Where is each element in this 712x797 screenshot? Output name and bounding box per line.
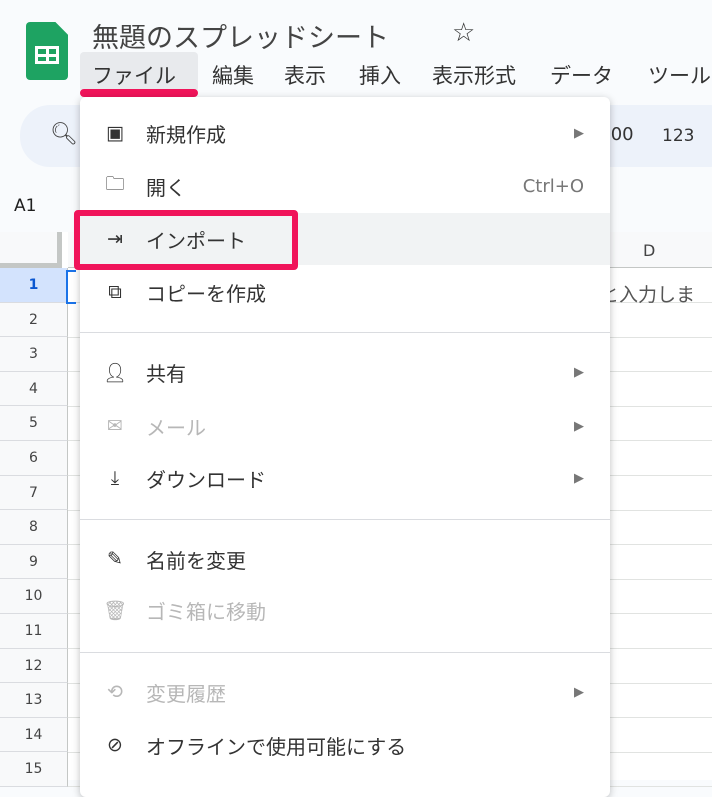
number-format-button[interactable]: 123	[662, 126, 694, 146]
menu-item-offline[interactable]: ⊘ オフラインで使用可能にする	[80, 719, 610, 771]
menu-item-make-copy[interactable]: ⧉ コピーを作成	[80, 266, 610, 318]
submenu-arrow-icon: ▶	[574, 684, 584, 700]
offline-icon: ⊘	[107, 734, 123, 756]
name-box[interactable]: A1	[14, 196, 36, 216]
submenu-arrow-icon: ▶	[574, 125, 584, 141]
rename-icon: ✎	[107, 548, 123, 570]
copy-icon: ⧉	[108, 281, 122, 303]
row-header[interactable]: 9	[0, 544, 68, 580]
menu-divider	[80, 652, 610, 653]
menu-divider	[80, 332, 610, 333]
folder-icon: 🗀	[105, 173, 125, 195]
person-add-icon: 👤︎	[102, 361, 128, 384]
menu-data[interactable]: データ	[550, 60, 613, 90]
menu-item-version-history: ⟲ 変更履歴 ▶	[80, 666, 610, 718]
row-header[interactable]: 2	[0, 302, 68, 338]
sheets-logo[interactable]	[26, 22, 68, 80]
document-title[interactable]: 無題のスプレッドシート	[92, 16, 389, 55]
row-header[interactable]: 10	[0, 579, 68, 614]
submenu-arrow-icon: ▶	[574, 470, 584, 486]
row-header[interactable]: 5	[0, 406, 68, 441]
history-icon: ⟲	[107, 681, 123, 703]
row-header[interactable]: 12	[0, 648, 68, 684]
menu-tools[interactable]: ツール	[648, 60, 711, 90]
row-header[interactable]: 7	[0, 475, 68, 511]
menu-item-download[interactable]: ⤓ ダウンロード ▶	[80, 452, 610, 504]
row-header[interactable]: 14	[0, 717, 68, 753]
selected-cell-a1[interactable]	[66, 270, 76, 304]
new-sheet-icon: ▣	[106, 122, 124, 144]
trash-icon: 🗑︎	[102, 599, 128, 622]
annotation-highlight-box	[74, 210, 298, 270]
menu-file[interactable]: ファイル	[92, 60, 176, 90]
menu-item-trash: 🗑︎ ゴミ箱に移動	[102, 599, 266, 624]
submenu-arrow-icon: ▶	[574, 418, 584, 434]
row-header[interactable]: 1	[0, 268, 68, 303]
menu-view[interactable]: 表示	[284, 60, 326, 90]
column-header-d[interactable]: D	[643, 241, 655, 260]
submenu-arrow-icon: ▶	[574, 364, 584, 380]
file-menu: ▣ 新規作成 ▶ 🗀 開く Ctrl+O ⇥ インポート ⧉ コピーを作成 👤︎ 共有 ▶ ✉ メ…	[80, 97, 610, 797]
menu-divider	[80, 519, 610, 520]
select-all-corner[interactable]	[0, 232, 62, 268]
menu-insert[interactable]: 挿入	[359, 60, 401, 90]
menu-item-share[interactable]: 👤︎ 共有 ▶	[80, 346, 610, 398]
cell-text[interactable]: と入力しま	[600, 280, 695, 307]
menu-item-new[interactable]: ▣ 新規作成 ▶	[80, 107, 610, 159]
row-header[interactable]: 11	[0, 614, 68, 649]
menu-edit[interactable]: 編集	[212, 60, 254, 90]
annotation-underline	[80, 89, 198, 97]
menu-item-email: ✉ メール ▶	[80, 400, 610, 452]
row-header[interactable]: 6	[0, 441, 68, 476]
row-header[interactable]: 3	[0, 337, 68, 372]
row-header[interactable]: 13	[0, 683, 68, 718]
star-icon[interactable]: ☆	[452, 18, 475, 48]
row-header[interactable]: 8	[0, 510, 68, 545]
row-header[interactable]: 15	[0, 752, 68, 787]
menu-item-open[interactable]: 🗀 開く Ctrl+O	[80, 160, 610, 212]
download-icon: ⤓	[110, 467, 120, 489]
menu-item-rename[interactable]: ✎ 名前を変更	[80, 533, 610, 585]
menu-format[interactable]: 表示形式	[432, 60, 516, 90]
search-icon[interactable]: 🔍︎	[50, 122, 78, 147]
row-header[interactable]: 4	[0, 371, 68, 407]
mail-icon: ✉	[107, 415, 123, 437]
